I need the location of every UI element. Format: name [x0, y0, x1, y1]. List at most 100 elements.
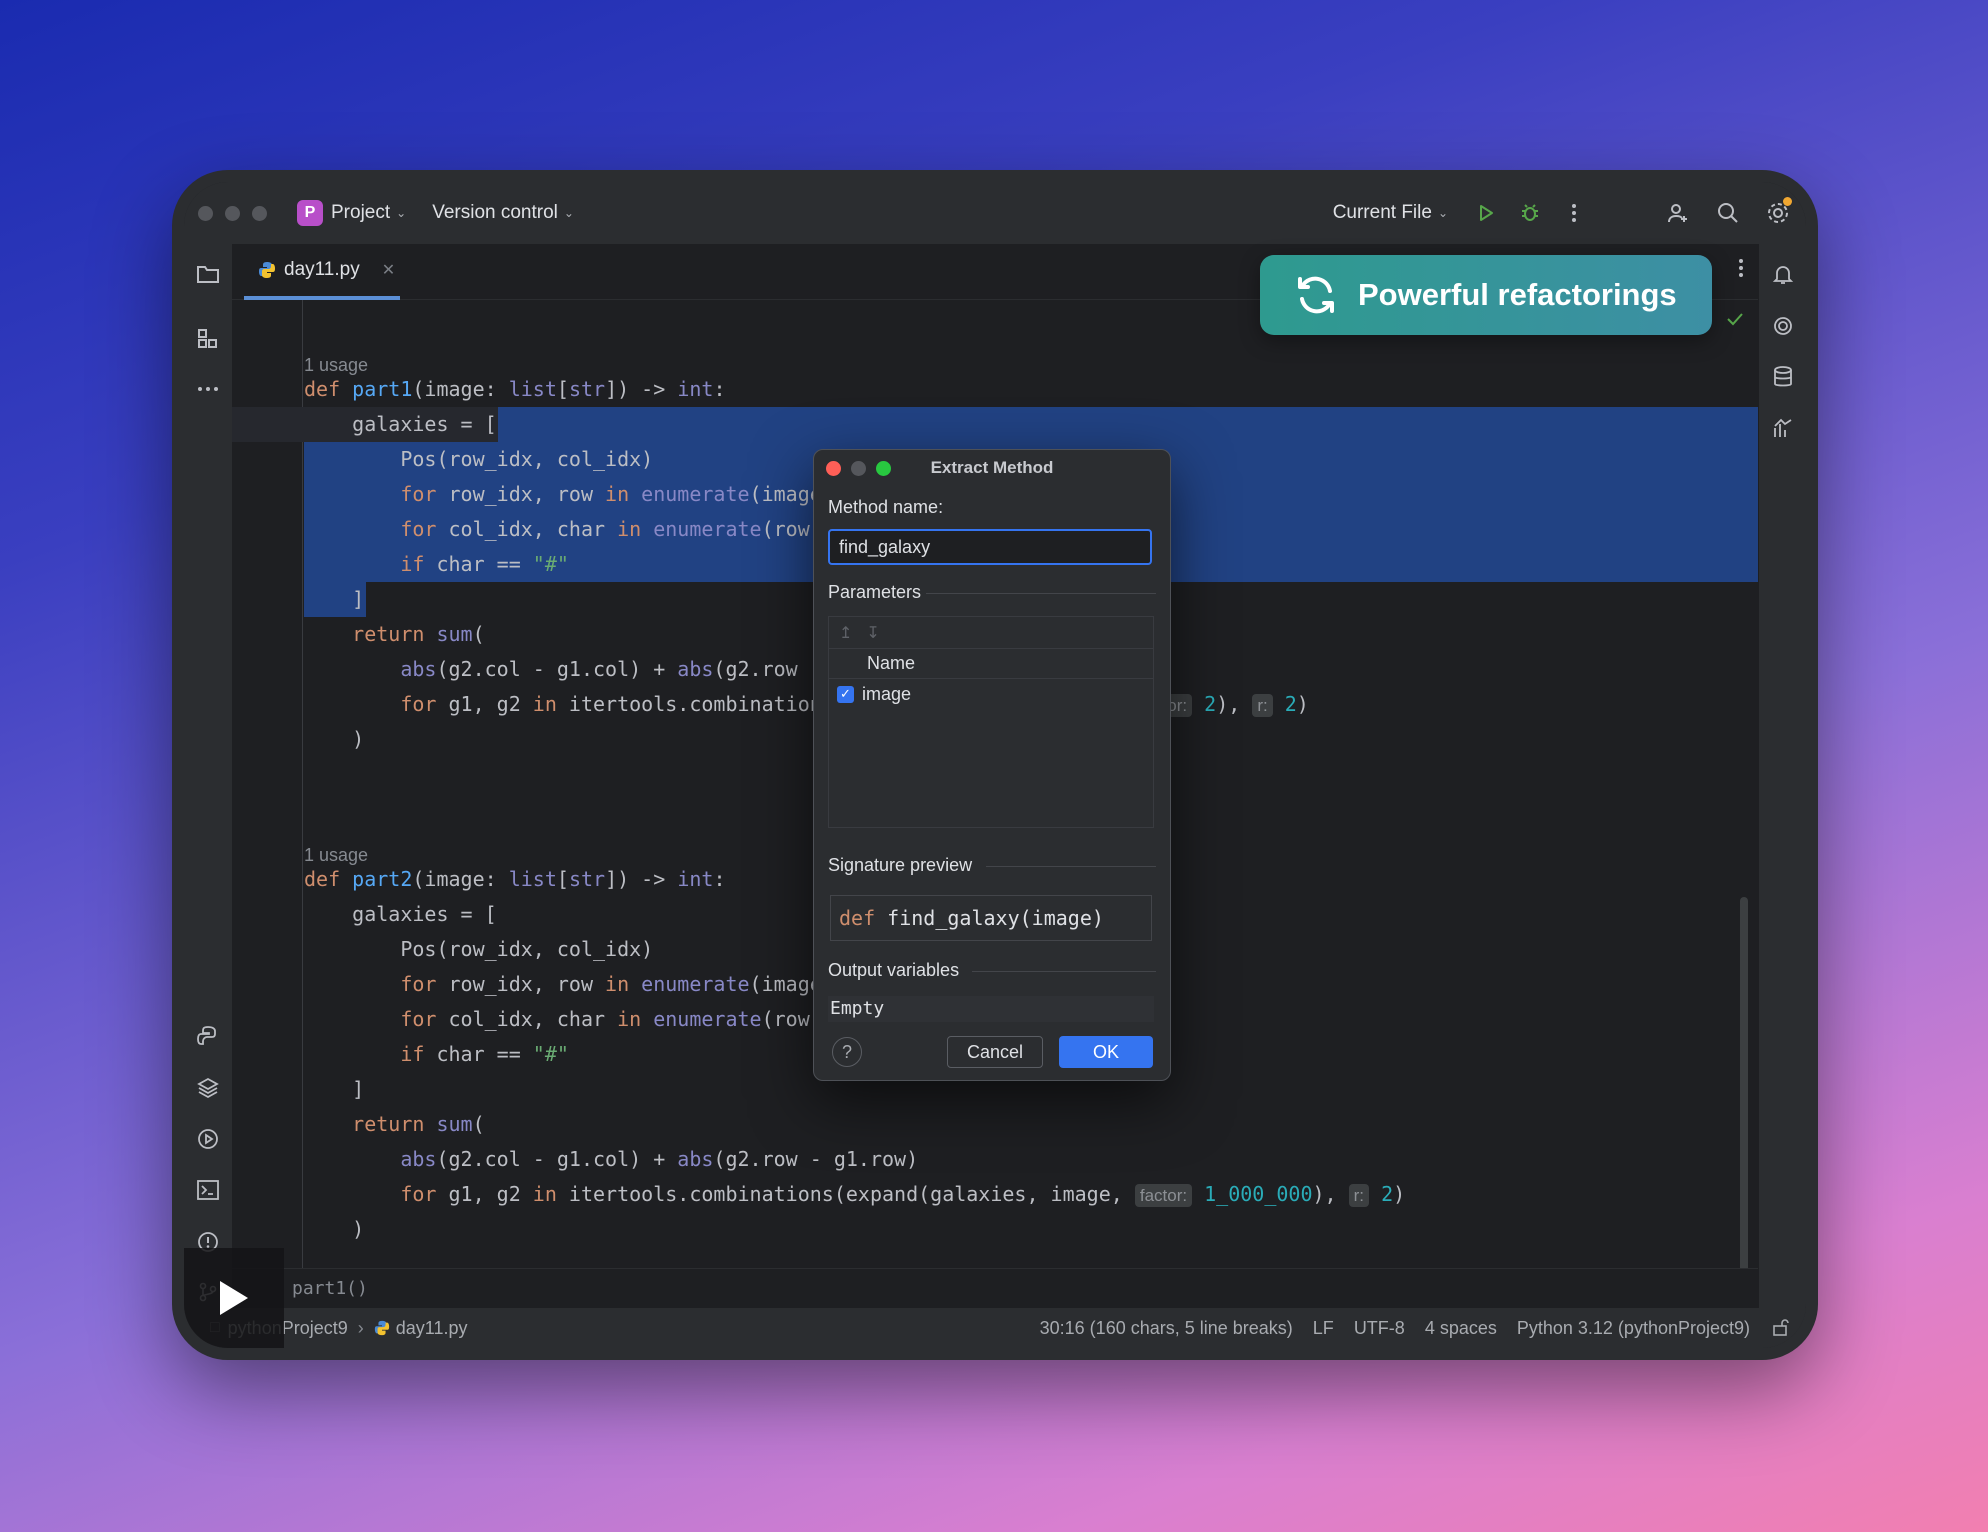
update-badge — [1783, 197, 1792, 206]
close-icon[interactable]: ✕ — [382, 260, 395, 280]
promo-banner: Powerful refactorings — [1260, 255, 1712, 335]
services-button[interactable] — [184, 1119, 232, 1159]
cancel-button[interactable]: Cancel — [947, 1036, 1043, 1068]
parameters-label: Parameters — [828, 582, 922, 602]
more-horizontal-icon — [198, 387, 218, 391]
section-divider — [926, 593, 1156, 594]
video-play-button[interactable] — [184, 1248, 284, 1348]
more-tools-button[interactable] — [184, 369, 232, 409]
debug-button[interactable] — [1508, 191, 1552, 235]
inspection-ok-icon[interactable] — [1726, 312, 1744, 331]
more-vertical-icon — [1572, 204, 1576, 222]
status-bar: □ pythonProject9 › day11.py 30:16 (160 c… — [184, 1308, 1806, 1348]
python-console-button[interactable] — [184, 1016, 232, 1056]
settings-button[interactable] — [1756, 191, 1800, 235]
project-badge: P — [297, 200, 323, 226]
status-line-separator[interactable]: LF — [1313, 1318, 1334, 1339]
python-icon — [197, 1026, 216, 1045]
project-tool-button[interactable] — [184, 254, 232, 294]
tab-day11[interactable]: day11.py ✕ — [244, 244, 400, 300]
project-label: Project — [331, 202, 391, 223]
refresh-icon — [1298, 276, 1334, 314]
minimize-window-button[interactable] — [225, 205, 240, 221]
help-button[interactable]: ? — [832, 1037, 862, 1067]
chart-icon — [1774, 418, 1792, 437]
tab-label: day11.py — [284, 259, 360, 280]
run-button[interactable] — [1464, 191, 1508, 235]
code-line: abs(g2.col - g1.col) + abs(g2.row - g1.r… — [400, 1147, 919, 1171]
editor-scrollbar[interactable] — [1740, 897, 1748, 1292]
notifications-button[interactable] — [1759, 254, 1806, 294]
chevron-down-icon: ⌄ — [396, 206, 407, 220]
python-file-icon — [374, 1320, 389, 1336]
move-up-icon[interactable]: ↥ — [839, 623, 852, 643]
right-tool-strip — [1758, 244, 1806, 1348]
chevron-down-icon: ⌄ — [1437, 206, 1448, 220]
parameter-row[interactable]: ✓ image — [829, 679, 1153, 709]
tab-actions-button[interactable] — [1738, 258, 1744, 283]
output-variables-label: Output variables — [828, 960, 960, 980]
parameter-checkbox[interactable]: ✓ — [837, 685, 854, 703]
breadcrumb: part1() — [232, 1268, 1758, 1308]
python-packages-button[interactable] — [184, 1068, 232, 1108]
parameters-column-header: Name — [829, 649, 1153, 679]
code-line: return sum( — [352, 1112, 485, 1136]
close-window-button[interactable] — [198, 205, 213, 221]
version-control-dropdown[interactable]: Version control ⌄ — [432, 202, 574, 224]
version-control-label: Version control — [432, 202, 558, 223]
method-name-label: Method name: — [828, 497, 944, 517]
sciview-button[interactable] — [1759, 408, 1806, 448]
title-bar: P Project ⌄ Version control ⌄ Current Fi… — [184, 182, 1806, 244]
name-column-label: Name — [867, 653, 916, 673]
code-with-me-button[interactable] — [1656, 191, 1700, 235]
project-dropdown[interactable]: Project ⌄ — [331, 202, 406, 224]
lock-open-icon — [1773, 1319, 1789, 1336]
left-tool-strip — [184, 244, 232, 1348]
ok-button[interactable]: OK — [1059, 1036, 1153, 1068]
dialog-title: Extract Method — [930, 458, 1054, 477]
ai-spiral-icon — [1774, 317, 1792, 335]
window-controls — [198, 205, 267, 221]
search-button[interactable] — [1706, 191, 1750, 235]
breadcrumb-item[interactable]: part1() — [292, 1278, 368, 1299]
database-icon — [1774, 366, 1792, 387]
parameter-name: image — [862, 683, 912, 704]
run-icon — [1480, 205, 1493, 221]
terminal-button[interactable] — [184, 1170, 232, 1210]
parameters-toolbar: ↥ ↧ — [829, 617, 1153, 649]
database-button[interactable] — [1759, 357, 1806, 397]
move-down-icon[interactable]: ↧ — [866, 623, 879, 643]
structure-icon — [198, 329, 217, 348]
section-divider — [972, 971, 1156, 972]
chevron-down-icon: ⌄ — [563, 206, 574, 220]
code-line: ) — [304, 1217, 365, 1241]
run-config-dropdown[interactable]: Current File ⌄ — [1333, 202, 1448, 224]
folder-icon — [197, 266, 219, 283]
status-file[interactable]: day11.py — [396, 1318, 468, 1339]
section-divider — [986, 866, 1156, 867]
code-line: for g1, g2 in itertools.combinations(exp… — [400, 1182, 1406, 1207]
bug-icon — [1522, 204, 1538, 221]
status-indent[interactable]: 4 spaces — [1425, 1318, 1497, 1339]
chevron-right-icon: › — [357, 1317, 364, 1338]
parameters-table: ↥ ↧ Name ✓ image — [828, 616, 1154, 828]
ai-assistant-button[interactable] — [1759, 306, 1806, 346]
output-variables-value: Empty — [828, 996, 1154, 1022]
unlock-button[interactable] — [1772, 1318, 1790, 1341]
code-line: def part1(image: list[str]) -> int: — [304, 377, 726, 401]
status-interpreter[interactable]: Python 3.12 (pythonProject9) — [1517, 1318, 1750, 1339]
search-icon — [1718, 203, 1738, 223]
structure-tool-button[interactable] — [184, 319, 232, 359]
status-position[interactable]: 30:16 (160 chars, 5 line breaks) — [1040, 1318, 1293, 1339]
zoom-window-button[interactable] — [252, 205, 267, 221]
layers-icon — [197, 1077, 219, 1099]
method-name-input[interactable]: find_galaxy — [828, 529, 1152, 565]
status-encoding[interactable]: UTF-8 — [1354, 1318, 1405, 1339]
more-actions-button[interactable] — [1552, 191, 1596, 235]
signature-text: find_galaxy(image) — [875, 906, 1104, 930]
more-vertical-icon — [1739, 259, 1743, 277]
play-icon — [220, 1281, 248, 1315]
python-file-icon — [259, 262, 275, 278]
signature-preview-label: Signature preview — [828, 855, 973, 875]
services-icon — [198, 1129, 218, 1149]
